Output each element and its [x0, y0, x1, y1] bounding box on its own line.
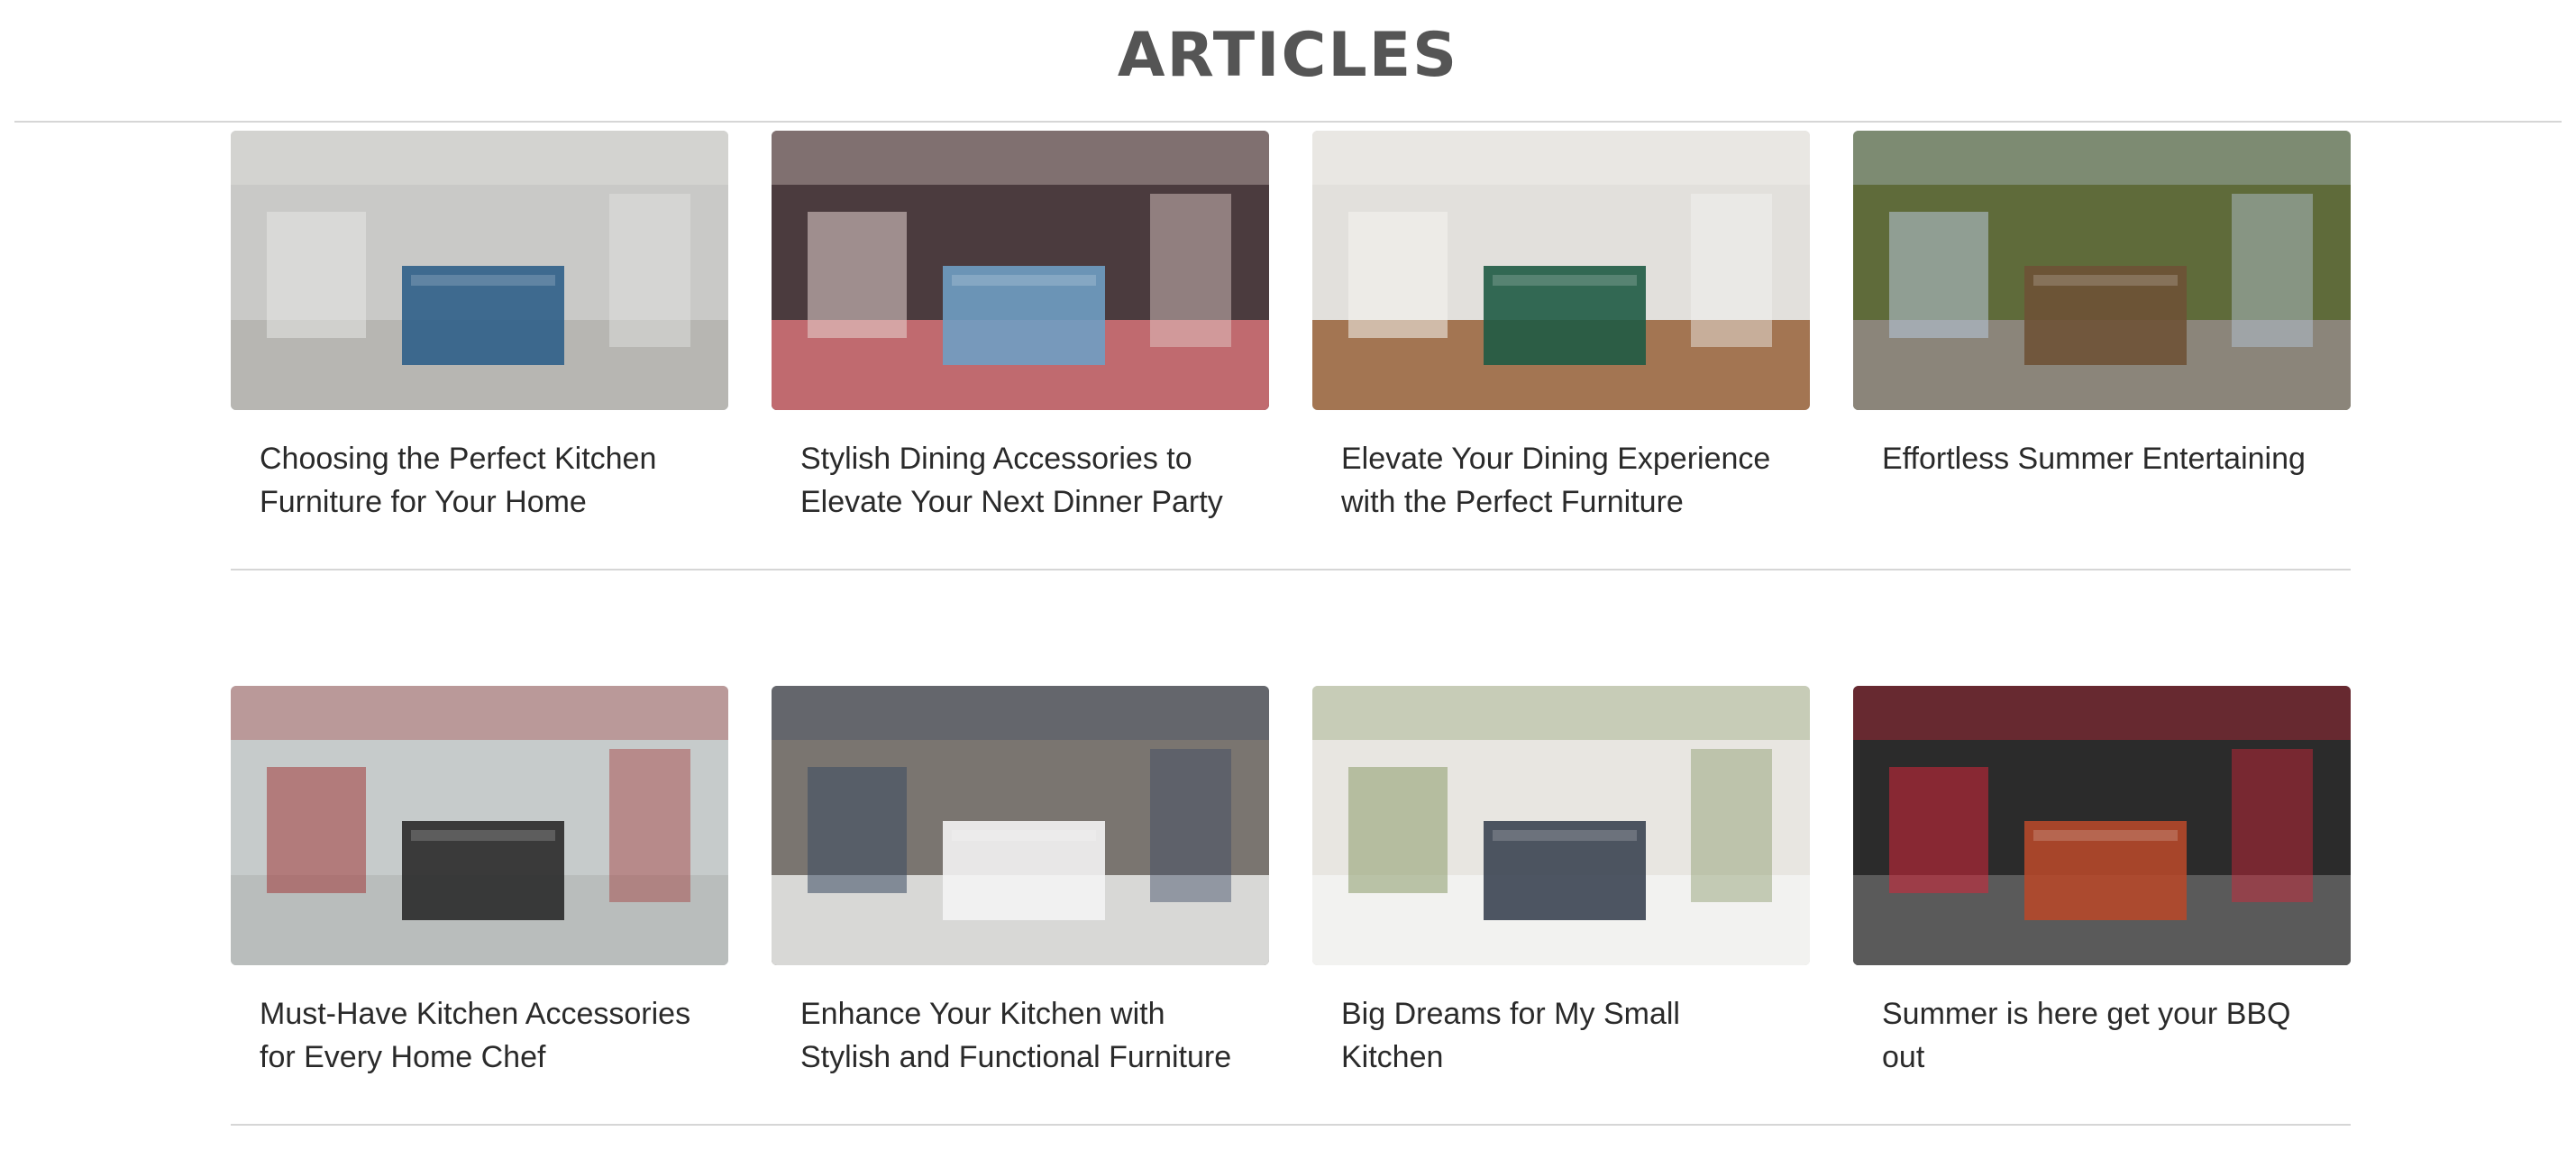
- article-row: Choosing the Perfect Kitchen Furniture f…: [231, 131, 2351, 570]
- article-image-outdoor-patio[interactable]: [1853, 131, 2351, 410]
- article-title[interactable]: Big Dreams for My Small Kitchen: [1312, 965, 1810, 1079]
- article-title[interactable]: Stylish Dining Accessories to Elevate Yo…: [772, 410, 1269, 524]
- articles-page: ARTICLES Choosing the Perfect Kitchen Fu…: [0, 0, 2576, 1159]
- article-card[interactable]: Choosing the Perfect Kitchen Furniture f…: [231, 131, 728, 554]
- article-card[interactable]: Enhance Your Kitchen with Stylish and Fu…: [772, 686, 1269, 1109]
- article-image-dining-room[interactable]: [1312, 131, 1810, 410]
- page-header: ARTICLES: [14, 0, 2562, 123]
- article-title[interactable]: Elevate Your Dining Experience with the …: [1312, 410, 1810, 524]
- article-image-dining-table-setting[interactable]: [772, 131, 1269, 410]
- outdoor-patio-dining-photo: [1853, 131, 2351, 410]
- article-image-pull-out-pantry[interactable]: [772, 686, 1269, 965]
- cookware-set-photo: [231, 686, 728, 965]
- white-kitchen-window-photo: [1312, 686, 1810, 965]
- article-image-kitchen-island[interactable]: [231, 131, 728, 410]
- dining-table-setting-photo: [772, 131, 1269, 410]
- article-title[interactable]: Summer is here get your BBQ out: [1853, 965, 2351, 1079]
- article-title[interactable]: Effortless Summer Entertaining: [1853, 410, 2351, 480]
- article-card[interactable]: Effortless Summer Entertaining: [1853, 131, 2351, 554]
- page-title: ARTICLES: [1117, 20, 1459, 91]
- article-image-cookware-set[interactable]: [231, 686, 728, 965]
- article-title[interactable]: Must-Have Kitchen Accessories for Every …: [231, 965, 728, 1079]
- article-card[interactable]: Elevate Your Dining Experience with the …: [1312, 131, 1810, 554]
- article-card[interactable]: Must-Have Kitchen Accessories for Every …: [231, 686, 728, 1109]
- article-title[interactable]: Enhance Your Kitchen with Stylish and Fu…: [772, 965, 1269, 1079]
- kitchen-island-photo: [231, 131, 728, 410]
- article-image-bbq-ribs[interactable]: [1853, 686, 2351, 965]
- article-grid: Choosing the Perfect Kitchen Furniture f…: [231, 131, 2351, 1126]
- pull-out-pantry-photo: [772, 686, 1269, 965]
- article-image-white-kitchen[interactable]: [1312, 686, 1810, 965]
- article-card[interactable]: Stylish Dining Accessories to Elevate Yo…: [772, 131, 1269, 554]
- article-row: Must-Have Kitchen Accessories for Every …: [231, 686, 2351, 1126]
- article-card[interactable]: Big Dreams for My Small Kitchen: [1312, 686, 1810, 1109]
- dining-room-green-chairs-photo: [1312, 131, 1810, 410]
- article-title[interactable]: Choosing the Perfect Kitchen Furniture f…: [231, 410, 728, 524]
- bbq-ribs-grill-photo: [1853, 686, 2351, 965]
- article-card[interactable]: Summer is here get your BBQ out: [1853, 686, 2351, 1109]
